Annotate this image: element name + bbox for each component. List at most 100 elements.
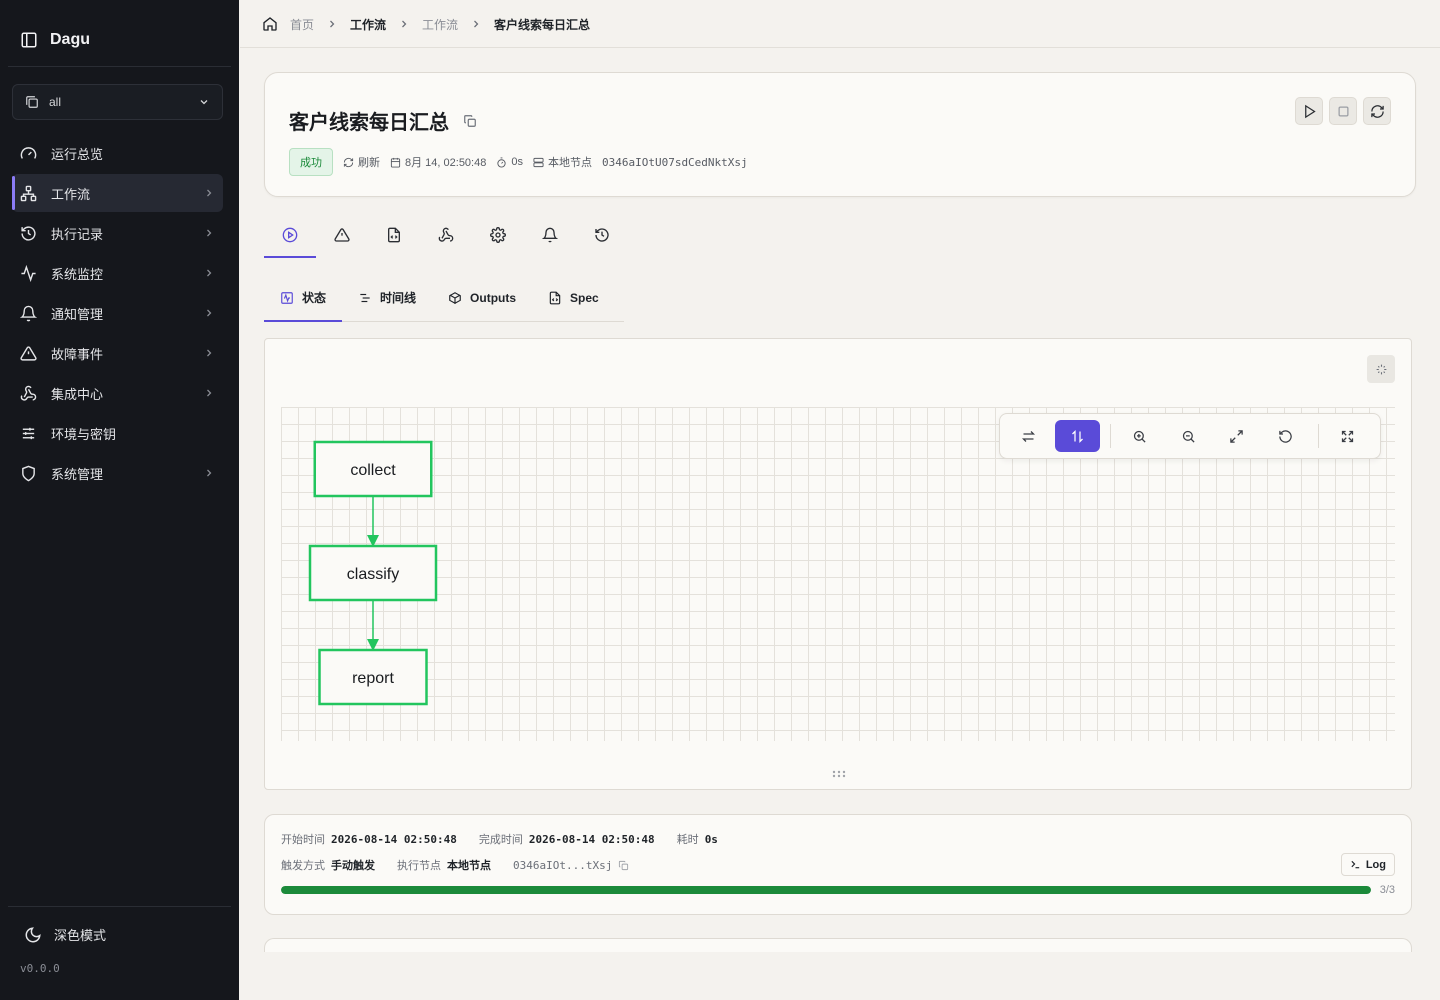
tab-notifications[interactable] [524,212,576,258]
chevron-right-icon [330,20,335,28]
play-icon [1304,104,1316,118]
workflow-title: 客户线索每日汇总 [289,112,449,134]
sidebar-item-label: 执行记录 [51,226,104,242]
subtab-label: 时间线 [380,291,417,305]
tab-spec[interactable] [368,212,420,258]
stop-button[interactable] [1329,97,1357,125]
chevron-right-icon [207,309,212,317]
zoom-out-button[interactable] [1166,420,1211,452]
sliders-icon [22,427,35,439]
run-button[interactable] [1295,97,1323,125]
version-label: v0.0.0 [20,962,60,975]
subtab-outputs[interactable]: Outputs [432,274,532,321]
sidebar-item-workflows[interactable]: 工作流 [12,174,223,212]
sidebar-item-label: 集成中心 [51,386,104,402]
page-title: 客户线索每日汇总 [289,106,477,135]
activity-icon [21,264,36,282]
tab-errors[interactable] [316,212,368,258]
gear-icon [490,227,506,243]
activity-square-icon [281,291,293,304]
run-info-card: 开始时间 2026-08-14 02:50:48 完成时间 2026-08-14… [264,814,1412,915]
file-code-icon [388,227,400,243]
tab-status[interactable] [264,212,316,258]
zoom-in-icon [1133,430,1146,443]
dark-mode-toggle[interactable]: 深色模式 [24,925,106,944]
resize-handle-icon[interactable] [832,769,846,779]
start-time-label: 开始时间 [281,834,325,846]
sidebar-item-integrations[interactable]: 集成中心 [12,374,223,412]
progress-text: 3/3 [1379,884,1395,896]
subtab-timeline[interactable]: 时间线 [342,274,432,321]
horizontal-layout-button[interactable] [1006,420,1051,452]
header-divider [240,47,1440,48]
breadcrumb-workflows[interactable]: 工作流 [350,16,386,33]
timeline-icon [360,293,370,302]
copy-icon[interactable] [463,114,477,128]
sidebar-item-notifications[interactable]: 通知管理 [12,294,223,332]
sidebar-toggle-icon[interactable] [20,31,38,49]
start-time-value: 2026-08-14 02:50:48 [331,832,457,846]
sidebar-item-system[interactable]: 系统管理 [12,454,223,492]
tab-settings[interactable] [472,212,524,258]
run-id[interactable]: 0346aIOtU07sdCedNktXsj [602,156,748,169]
refresh-link[interactable]: 刷新 [343,154,380,170]
namespace-select[interactable]: all [12,84,223,120]
reset-view-button[interactable] [1263,420,1308,452]
play-circle-icon [282,227,298,243]
workflow-header-card: 客户线索每日汇总 成功 刷新 8月 14, 02:50:48 0s 本地节点 0… [264,72,1416,197]
breadcrumb-current: 客户线索每日汇总 [494,17,591,32]
header-actions [1295,97,1391,125]
sidebar-item-env-secrets[interactable]: 环境与密钥 [12,414,223,452]
refresh-icon [1370,104,1384,118]
dag-node-label: collect [350,462,396,479]
server-icon [533,157,544,167]
sidebar: Dagu all 运行总览 工作流 执行记录 系统监控 通知管理 故障事件 集成… [0,0,239,1000]
sidebar-item-label: 系统监控 [51,266,104,282]
tab-webhooks[interactable] [420,212,472,258]
log-button[interactable]: Log [1340,853,1395,876]
breadcrumb-workflow-list[interactable]: 工作流 [422,16,458,33]
retry-button[interactable] [1363,97,1391,125]
tab-history[interactable] [576,212,628,258]
sidebar-item-overview[interactable]: 运行总览 [12,134,223,172]
log-button-label: Log [1365,858,1386,871]
sub-tabs: 状态 时间线 Outputs Spec [264,274,624,322]
dag-node-report[interactable]: report [318,648,428,706]
copy-icon[interactable] [618,860,629,871]
progress-bar [281,886,1371,894]
sidebar-item-label: 工作流 [51,186,91,202]
sidebar-item-monitoring[interactable]: 系统监控 [12,254,223,292]
zoom-in-button[interactable] [1117,420,1162,452]
chevron-right-icon [207,189,212,197]
sidebar-item-label: 运行总览 [51,146,104,162]
end-time-value: 2026-08-14 02:50:48 [528,832,655,846]
calendar-icon [390,157,401,168]
ai-assist-button[interactable] [1367,355,1395,383]
fullscreen-icon [1341,430,1354,442]
sidebar-item-runs[interactable]: 执行记录 [12,214,223,252]
brand[interactable]: Dagu [20,28,90,52]
file-code-icon [549,291,561,304]
fullscreen-button[interactable] [1325,420,1370,452]
gauge-icon [20,146,37,159]
trigger-label: 触发方式 [281,860,325,872]
home-icon[interactable] [262,16,278,32]
sidebar-item-label: 环境与密钥 [51,426,117,442]
fit-view-button[interactable] [1214,420,1259,452]
run-duration-value: 0s [511,156,523,168]
arrows-horizontal-icon [1021,430,1035,442]
subtab-status[interactable]: 状态 [264,274,343,322]
subtab-spec[interactable]: Spec [532,274,615,321]
dag-node-collect[interactable]: collect [313,440,433,498]
sidebar-item-incidents[interactable]: 故障事件 [12,334,223,372]
trigger-value: 手动触发 [331,860,375,872]
zoom-out-icon [1182,430,1195,443]
run-duration: 0s [496,156,523,168]
sidebar-item-label: 系统管理 [51,466,104,482]
breadcrumb-home[interactable]: 首页 [290,16,314,33]
dag-graph-panel: collect classify report [264,338,1412,790]
dag-node-label: classify [347,566,399,583]
maximize-icon [1230,429,1244,443]
vertical-layout-button[interactable] [1054,420,1100,452]
dag-node-classify[interactable]: classify [308,544,438,602]
